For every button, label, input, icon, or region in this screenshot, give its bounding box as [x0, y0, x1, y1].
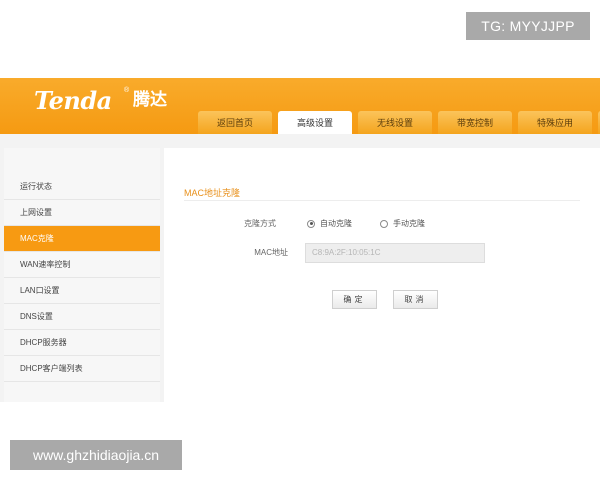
section-divider: [184, 200, 580, 201]
brand-chinese-name: 腾达: [133, 90, 167, 109]
main-content: MAC地址克隆 克隆方式 自动克隆 手动克隆 MAC地址 C8:9A:2F:10…: [164, 148, 600, 402]
sidebar-item-dhcp-server[interactable]: DHCP服务器: [4, 330, 160, 356]
registered-mark: ®: [124, 87, 130, 94]
router-admin-window: Tenda ® 腾达 返回首页 高级设置 无线设置 带宽控制 特殊应用 运行状态…: [0, 78, 600, 402]
tenda-logo: Tenda: [34, 86, 112, 115]
tab-special-apps[interactable]: 特殊应用: [518, 111, 592, 134]
tab-home[interactable]: 返回首页: [198, 111, 272, 134]
radio-manual-clone[interactable]: 手动克隆: [380, 218, 425, 229]
header-bar: Tenda ® 腾达 返回首页 高级设置 无线设置 带宽控制 特殊应用: [0, 78, 600, 136]
mac-address-label: MAC地址: [254, 248, 288, 257]
ok-button[interactable]: 确定: [332, 290, 377, 309]
mac-address-field[interactable]: C8:9A:2F:10:05:1C: [305, 243, 485, 263]
clone-mode-label: 克隆方式: [244, 219, 276, 228]
cancel-button[interactable]: 取消: [393, 290, 438, 309]
top-nav-tabs: 返回首页 高级设置 无线设置 带宽控制 特殊应用: [198, 111, 600, 136]
sidebar-item-status[interactable]: 运行状态: [4, 174, 160, 200]
radio-manual-label: 手动克隆: [393, 219, 425, 228]
sidebar-item-dhcp-clients[interactable]: DHCP客户端列表: [4, 356, 160, 382]
sidebar-menu: 运行状态 上网设置 MAC克隆 WAN速率控制 LAN口设置 DNS设置 DHC…: [4, 148, 160, 402]
tab-advanced[interactable]: 高级设置: [278, 111, 352, 136]
radio-auto-icon[interactable]: [307, 219, 315, 228]
radio-manual-icon[interactable]: [380, 219, 388, 228]
radio-auto-label: 自动克隆: [320, 219, 352, 228]
tab-bandwidth[interactable]: 带宽控制: [438, 111, 512, 134]
page-body: 运行状态 上网设置 MAC克隆 WAN速率控制 LAN口设置 DNS设置 DHC…: [0, 134, 600, 402]
watermark-bottom: www.ghzhidiaojia.cn: [10, 440, 182, 470]
section-title: MAC地址克隆: [184, 188, 240, 198]
sidebar-item-dns[interactable]: DNS设置: [4, 304, 160, 330]
sidebar-item-mac-clone[interactable]: MAC克隆: [4, 226, 160, 252]
sidebar-item-internet[interactable]: 上网设置: [4, 200, 160, 226]
sidebar-item-wan-rate[interactable]: WAN速率控制: [4, 252, 160, 278]
tab-wireless[interactable]: 无线设置: [358, 111, 432, 134]
radio-auto-clone[interactable]: 自动克隆: [307, 218, 352, 229]
sidebar-item-lan[interactable]: LAN口设置: [4, 278, 160, 304]
watermark-top: TG: MYYJJPP: [466, 12, 590, 40]
